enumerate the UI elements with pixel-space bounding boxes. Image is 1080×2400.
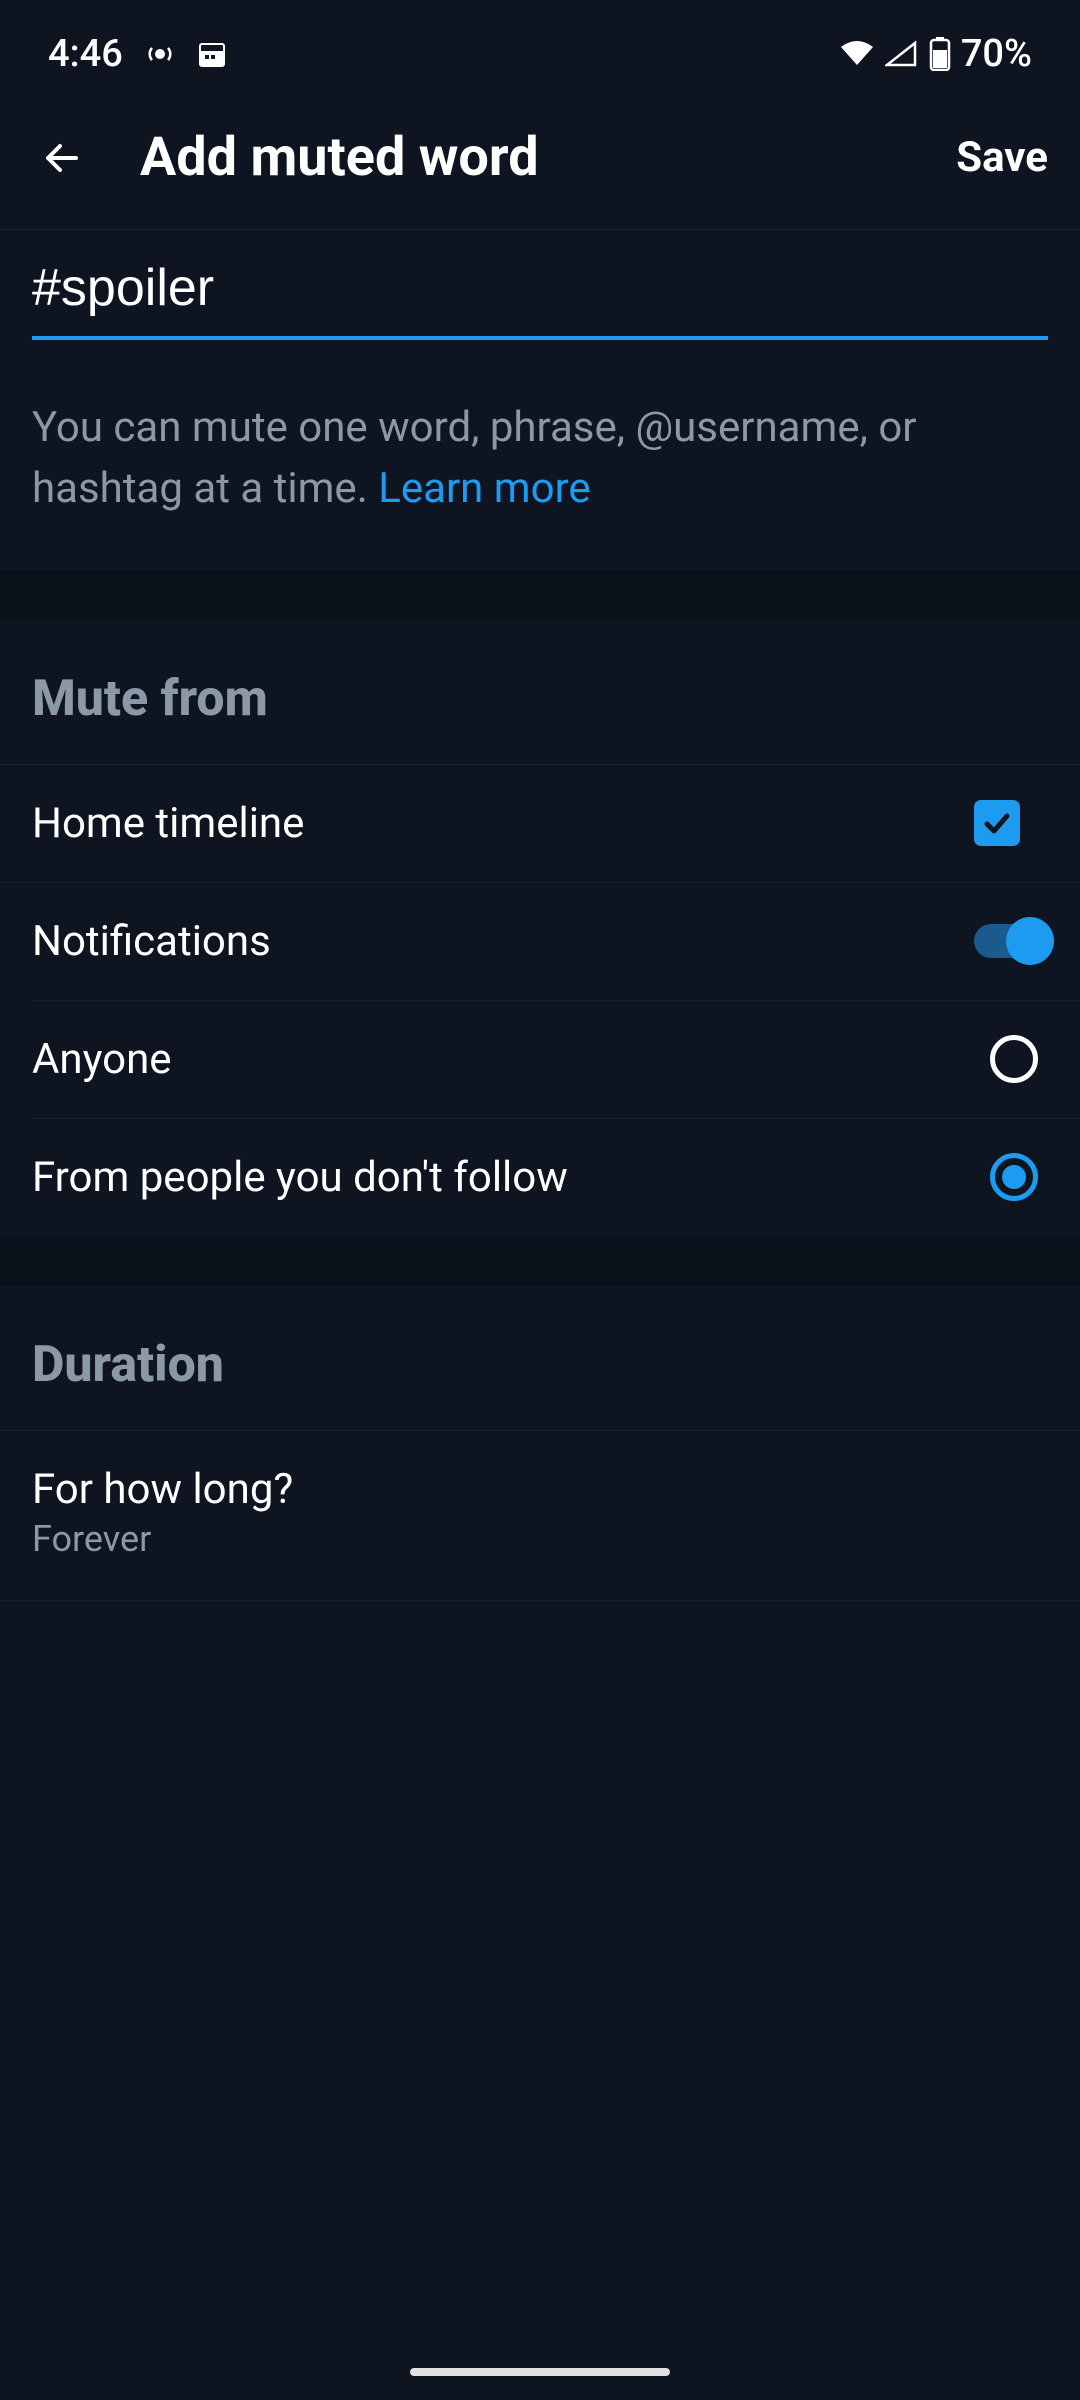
arrow-left-icon — [38, 134, 86, 182]
not-follow-row[interactable]: From people you don't follow — [32, 1118, 1080, 1236]
status-right: 70% — [839, 32, 1032, 76]
anyone-label: Anyone — [32, 1035, 172, 1084]
anyone-radio[interactable] — [990, 1035, 1038, 1083]
wifi-icon — [839, 39, 875, 69]
duration-header: Duration — [0, 1286, 1080, 1430]
duration-label: For how long? — [32, 1465, 1048, 1514]
status-bar: 4:46 — [0, 0, 1080, 96]
check-icon — [980, 806, 1014, 840]
section-divider — [0, 1236, 1080, 1286]
toggle-knob — [1006, 917, 1054, 965]
duration-row[interactable]: For how long? Forever — [0, 1430, 1080, 1601]
notifications-label: Notifications — [32, 917, 271, 966]
anyone-row[interactable]: Anyone — [32, 1000, 1080, 1118]
save-button[interactable]: Save — [956, 133, 1048, 182]
input-help-text: You can mute one word, phrase, @username… — [32, 398, 1048, 520]
notifications-toggle[interactable] — [974, 924, 1044, 958]
home-timeline-label: Home timeline — [32, 799, 304, 848]
status-left: 4:46 — [48, 32, 227, 76]
status-time: 4:46 — [48, 32, 123, 76]
calendar-icon — [197, 39, 227, 69]
hotspot-icon — [145, 39, 175, 69]
not-follow-radio[interactable] — [990, 1153, 1038, 1201]
muted-word-input[interactable] — [32, 244, 1048, 340]
duration-value: Forever — [32, 1518, 1048, 1560]
mute-from-header: Mute from — [0, 620, 1080, 764]
page-title: Add muted word — [140, 126, 908, 189]
learn-more-link[interactable]: Learn more — [378, 464, 590, 513]
gesture-bar — [410, 2368, 670, 2376]
app-header: Add muted word Save — [0, 96, 1080, 229]
home-timeline-checkbox[interactable] — [974, 800, 1020, 846]
input-section: You can mute one word, phrase, @username… — [0, 229, 1080, 570]
battery-percent: 70% — [961, 32, 1032, 76]
back-button[interactable] — [32, 128, 92, 188]
home-timeline-row[interactable]: Home timeline — [0, 764, 1080, 882]
battery-icon — [929, 37, 951, 71]
not-follow-label: From people you don't follow — [32, 1153, 568, 1202]
signal-icon — [885, 39, 919, 69]
section-divider — [0, 570, 1080, 620]
notifications-row[interactable]: Notifications — [0, 882, 1080, 1000]
